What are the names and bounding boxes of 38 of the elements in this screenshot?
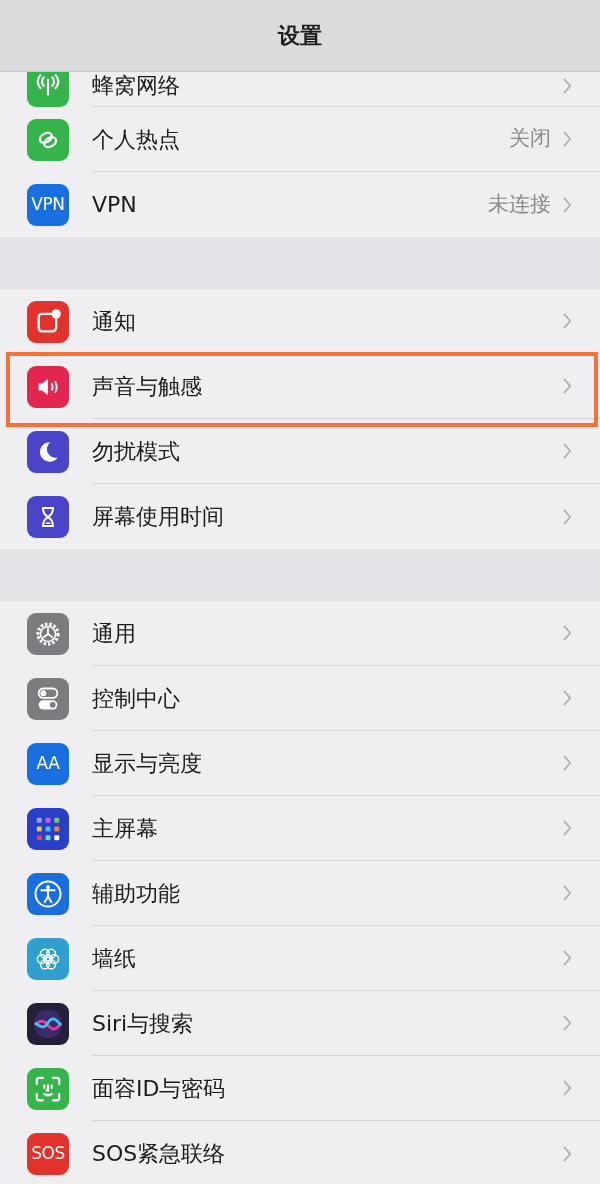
chevron-icon (563, 378, 572, 394)
setting-label[interactable]: 声音与触感 (92, 369, 563, 403)
setting-label[interactable]: 蜂窝网络 (92, 72, 563, 102)
nav-title: 设置 (278, 22, 322, 50)
text-icon: VPN (27, 183, 69, 226)
setting-label[interactable]: 主屏幕 (92, 811, 563, 845)
chevron-icon (563, 1145, 572, 1162)
text-icon: SOS (27, 1132, 69, 1175)
chevron-icon (563, 313, 572, 329)
setting-label[interactable]: SOS紧急联络 (92, 1137, 563, 1170)
chevron-icon (563, 885, 572, 901)
chevron-icon (563, 625, 572, 641)
setting-label[interactable]: VPN (92, 188, 488, 221)
setting-label[interactable]: Siri与搜索 (92, 1006, 563, 1040)
chevron-icon (563, 131, 572, 147)
setting-label[interactable]: 墙纸 (92, 941, 563, 975)
chevron-icon (563, 755, 572, 771)
chevron-icon (563, 950, 572, 966)
setting-value: 关闭 (509, 125, 551, 153)
setting-value: 未连接 (488, 190, 551, 218)
chevron-icon (563, 820, 572, 836)
text-icon: AA (27, 742, 69, 785)
setting-label[interactable]: 面容ID与密码 (92, 1071, 563, 1105)
chevron-icon (563, 77, 572, 94)
setting-label[interactable]: 辅助功能 (92, 876, 563, 910)
setting-label[interactable]: 屏幕使用时间 (92, 500, 563, 533)
setting-label[interactable]: 通知 (92, 304, 563, 338)
setting-label[interactable]: 通用 (92, 616, 563, 650)
chevron-icon (563, 508, 572, 525)
chevron-icon (563, 443, 572, 459)
setting-label[interactable]: 控制中心 (92, 681, 563, 715)
chevron-icon (563, 690, 572, 706)
setting-label[interactable]: 个人热点 (92, 122, 509, 156)
setting-label[interactable]: 显示与亮度 (92, 746, 563, 780)
chevron-icon (563, 1080, 572, 1096)
chevron-icon (563, 196, 572, 213)
setting-label[interactable]: 勿扰模式 (92, 434, 563, 468)
chevron-icon (563, 1015, 572, 1031)
